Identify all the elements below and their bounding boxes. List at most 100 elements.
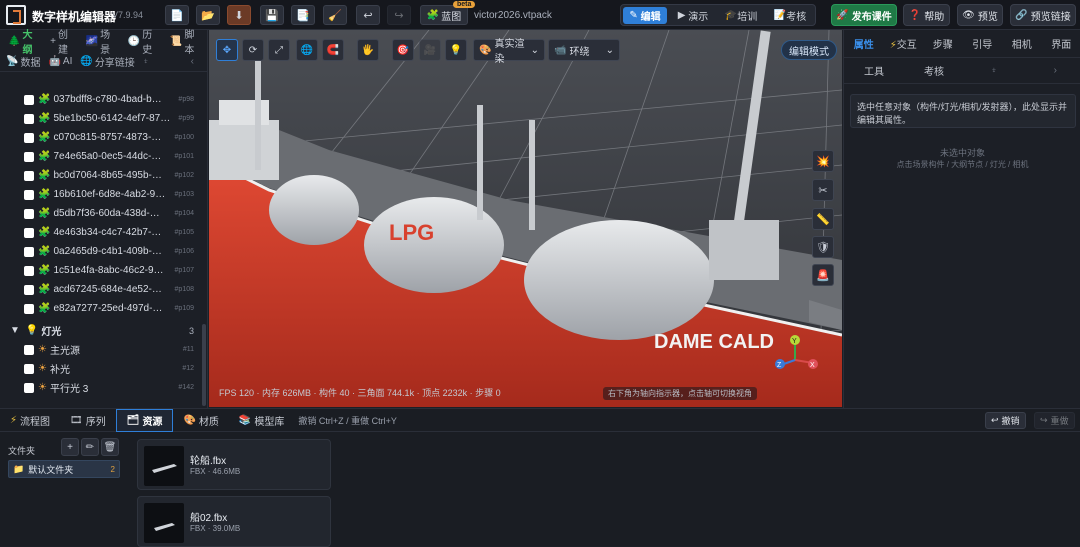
blueprint-button[interactable]: 🧩蓝图 xyxy=(420,5,468,25)
tree-row-id: #p106 xyxy=(175,248,200,255)
explode-icon[interactable]: 💥 xyxy=(812,150,834,172)
tab-resources[interactable]: 🗂资源 xyxy=(116,409,174,432)
mode-training[interactable]: 🎓培训 xyxy=(719,7,763,24)
copy-icon[interactable]: 📑 xyxy=(291,5,315,25)
shield-icon[interactable]: 🛡 xyxy=(812,236,834,258)
visibility-checkbox[interactable] xyxy=(24,209,34,219)
file-name: victor2026.vtpack xyxy=(474,10,552,21)
tree-row[interactable]: 🧩bc0d7064-8b65-495b-…#p102 xyxy=(0,166,200,185)
tab-share-link[interactable]: 🌐分享链接 xyxy=(76,54,138,69)
visibility-checkbox[interactable] xyxy=(24,345,34,355)
visibility-checkbox[interactable] xyxy=(24,285,34,295)
visibility-checkbox[interactable] xyxy=(24,114,34,124)
hand-icon[interactable]: 🖐 xyxy=(357,39,379,61)
visibility-checkbox[interactable] xyxy=(24,133,34,143)
asset-card[interactable]: 船02.fbx FBX · 39.0MB xyxy=(137,496,331,547)
tab-steps[interactable]: 步骤 xyxy=(923,36,963,51)
tab-tools[interactable]: 工具 xyxy=(844,63,904,78)
clear-icon[interactable]: 🧹 xyxy=(323,5,347,25)
visibility-checkbox[interactable] xyxy=(24,383,34,393)
download-icon[interactable]: ⬇ xyxy=(227,5,251,25)
tree-row[interactable]: 🧩037bdff8-c780-4bad-b…#p98 xyxy=(0,90,200,109)
visibility-checkbox[interactable] xyxy=(24,152,34,162)
undo-icon: ↩ xyxy=(991,415,999,426)
tree-row-light[interactable]: ☀补光#12 xyxy=(0,359,200,378)
tree-row[interactable]: 🧩acd67245-684e-4e52-…#p108 xyxy=(0,280,200,299)
3d-viewport[interactable]: LPG DAME CALD Y X Z ✥ ⟳ ⤢ 🌐 🧲 🖐 🎯 🎥 💡 🎨真… xyxy=(209,30,842,407)
tab-flowchart[interactable]: ⚡流程图 xyxy=(0,409,60,432)
tree-row-light[interactable]: ☀主光源#11 xyxy=(0,340,200,359)
scissors-icon[interactable]: ✂ xyxy=(812,179,834,201)
tree-group-lights[interactable]: ▼💡灯光3 xyxy=(0,321,200,340)
pin-icon[interactable]: ⍖ xyxy=(139,56,153,67)
mode-demo[interactable]: ▶ 演示 xyxy=(671,7,715,24)
preview-link-button[interactable]: 🔗预览链接 xyxy=(1010,4,1076,26)
visibility-checkbox[interactable] xyxy=(24,247,34,257)
render-mode-select[interactable]: 🎨真实渲染⌄ xyxy=(473,39,545,61)
rotate-tool-icon[interactable]: ⟳ xyxy=(242,39,264,61)
tab-interaction[interactable]: ⚡交互 xyxy=(884,36,924,51)
new-file-icon[interactable]: 📄 xyxy=(165,5,189,25)
visibility-checkbox[interactable] xyxy=(24,228,34,238)
tree-row[interactable]: 🧩c070c815-8757-4873-…#p100 xyxy=(0,128,200,147)
tree-row[interactable]: 🧩4e463b34-c4c7-42b7-…#p105 xyxy=(0,223,200,242)
folder-default[interactable]: 📁 默认文件夹 2 xyxy=(8,460,120,478)
help-button[interactable]: ❓帮助 xyxy=(903,4,950,26)
bulb-icon[interactable]: 💡 xyxy=(445,39,467,61)
redo-button[interactable]: ↪重做 xyxy=(1034,412,1075,429)
redo-icon[interactable]: ↪ xyxy=(387,5,411,25)
magnet-icon[interactable]: 🧲 xyxy=(322,39,344,61)
tab-guide[interactable]: 引导 xyxy=(963,36,1003,51)
tab-interface[interactable]: 界面 xyxy=(1042,36,1080,51)
visibility-checkbox[interactable] xyxy=(24,304,34,314)
visibility-checkbox[interactable] xyxy=(24,190,34,200)
scale-tool-icon[interactable]: ⤢ xyxy=(268,39,290,61)
camera-icon[interactable]: 🎥 xyxy=(419,39,441,61)
tab-properties[interactable]: 属性 xyxy=(844,36,884,51)
mode-edit[interactable]: ✎ 编辑 xyxy=(623,7,667,24)
tree-row[interactable]: 🧩0a2465d9-c4b1-409b-…#p106 xyxy=(0,242,200,261)
undo-icon[interactable]: ↩ xyxy=(356,5,380,25)
edit-folder-icon[interactable]: ✏ xyxy=(81,438,99,456)
memo-icon: 📝 xyxy=(774,10,786,21)
tab-materials[interactable]: 🎨材质 xyxy=(173,409,228,432)
tree-row-light[interactable]: ☀平行光 3#142 xyxy=(0,378,200,397)
tree-row[interactable]: 🧩e82a7277-25ed-497d-…#p109 xyxy=(0,299,200,318)
globe-icon[interactable]: 🌐 xyxy=(296,39,318,61)
tree-row[interactable]: 🧩7e4e65a0-0ec5-44dc-…#p101 xyxy=(0,147,200,166)
scroll-icon: 📜 xyxy=(170,36,182,47)
move-tool-icon[interactable]: ✥ xyxy=(216,39,238,61)
chevron-right-icon[interactable]: › xyxy=(1024,65,1080,76)
visibility-checkbox[interactable] xyxy=(24,364,34,374)
open-folder-icon[interactable]: 📂 xyxy=(196,5,220,25)
target-icon[interactable]: 🎯 xyxy=(392,39,414,61)
tab-assessment[interactable]: 考核 xyxy=(904,63,964,78)
tab-model-library[interactable]: 📚模型库 xyxy=(229,409,294,432)
add-folder-icon[interactable]: + xyxy=(61,438,79,456)
mode-exam[interactable]: 📝考核 xyxy=(767,7,813,24)
save-icon[interactable]: 💾 xyxy=(260,5,284,25)
tree-row[interactable]: 🧩1c51e4fa-8abc-46c2-9…#p107 xyxy=(0,261,200,280)
tree-row[interactable]: 🧩5be1bc50-6142-4ef7-87…#p99 xyxy=(0,109,200,128)
tab-sequence[interactable]: 🎞序列 xyxy=(60,409,116,432)
preview-button[interactable]: 👁预览 xyxy=(957,4,1003,26)
visibility-checkbox[interactable] xyxy=(24,171,34,181)
visibility-checkbox[interactable] xyxy=(24,266,34,276)
tab-camera[interactable]: 相机 xyxy=(1002,36,1042,51)
publish-button[interactable]: 🚀发布课件 xyxy=(831,4,897,26)
pin-icon[interactable]: ⍖ xyxy=(964,65,1024,76)
tree-row-label: 037bdff8-c780-4bad-b… xyxy=(53,94,161,105)
tree-row[interactable]: 🧩d5db7f36-60da-438d-…#p104 xyxy=(0,204,200,223)
ruler-icon[interactable]: 📏 xyxy=(812,208,834,230)
undo-button[interactable]: ↩撤销 xyxy=(985,412,1026,429)
asset-card[interactable]: 轮船.fbx FBX · 46.6MB xyxy=(137,439,331,490)
camera-mode-select[interactable]: 📹环绕⌄ xyxy=(548,39,620,61)
tree-scrollbar[interactable] xyxy=(202,324,206,406)
tree-row[interactable]: 🧩16b610ef-6d8e-4ab2-9…#p103 xyxy=(0,185,200,204)
chevron-left-icon[interactable]: ‹ xyxy=(187,56,208,67)
tab-ai[interactable]: 🤖AI xyxy=(44,56,76,67)
tab-data[interactable]: 📡数据 xyxy=(2,54,44,69)
delete-folder-icon[interactable]: 🗑 xyxy=(101,438,119,456)
siren-icon[interactable]: 🚨 xyxy=(812,264,834,286)
visibility-checkbox[interactable] xyxy=(24,95,34,105)
